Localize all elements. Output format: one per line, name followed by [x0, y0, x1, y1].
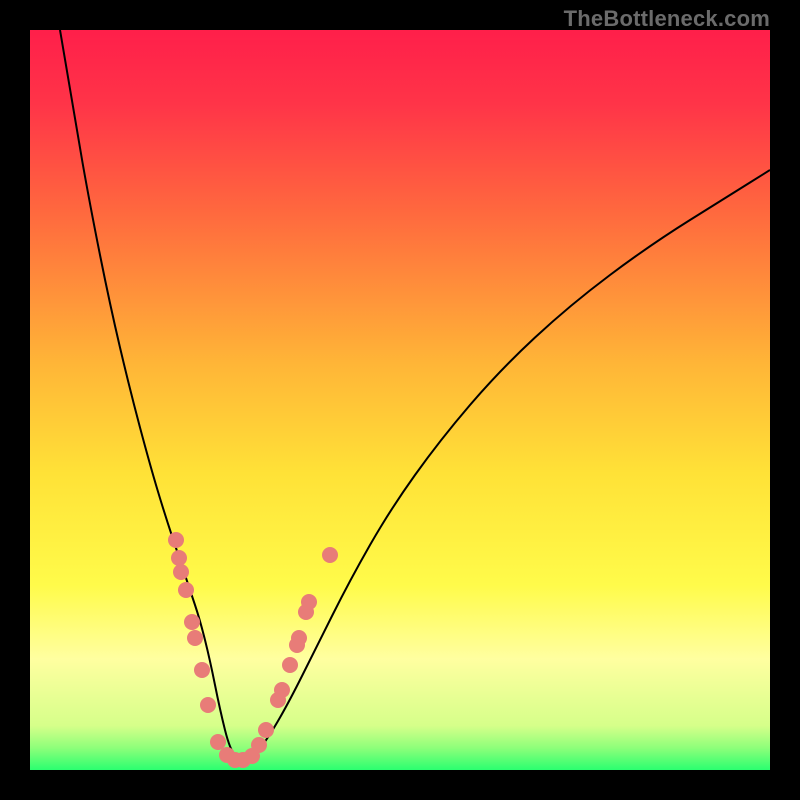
marker-dot [178, 582, 194, 598]
chart-svg [30, 30, 770, 770]
marker-dot [301, 594, 317, 610]
marker-dot [200, 697, 216, 713]
marker-dot [184, 614, 200, 630]
chart-canvas: TheBottleneck.com [0, 0, 800, 800]
marker-dot [168, 532, 184, 548]
marker-dot [194, 662, 210, 678]
watermark-text: TheBottleneck.com [564, 6, 770, 32]
marker-dot [173, 564, 189, 580]
marker-dot [210, 734, 226, 750]
marker-group [168, 532, 338, 768]
marker-dot [258, 722, 274, 738]
marker-dot [322, 547, 338, 563]
marker-dot [187, 630, 203, 646]
marker-dot [251, 737, 267, 753]
marker-dot [282, 657, 298, 673]
bottleneck-curve [60, 30, 770, 758]
marker-dot [171, 550, 187, 566]
marker-dot [291, 630, 307, 646]
plot-area [30, 30, 770, 770]
marker-dot [274, 682, 290, 698]
